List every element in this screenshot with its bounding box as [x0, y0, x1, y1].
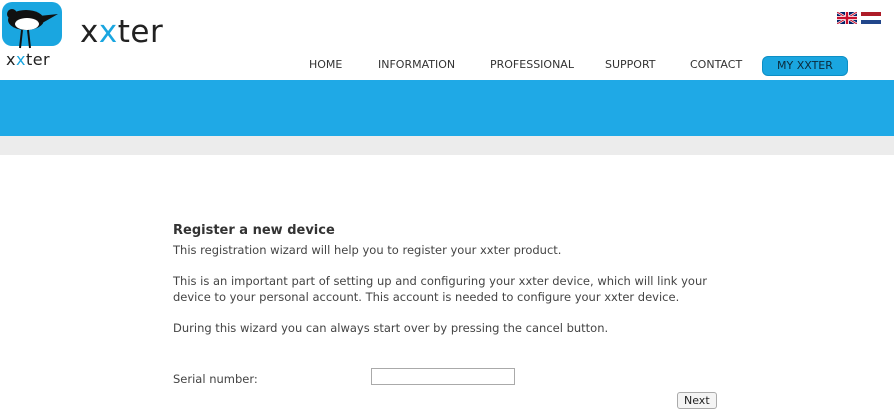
description-text: This is an important part of setting up … — [173, 274, 707, 304]
serial-number-input[interactable] — [371, 368, 515, 385]
hero-banner — [0, 80, 894, 136]
page-title: Register a new device — [173, 223, 335, 238]
language-switcher — [837, 12, 881, 24]
next-button[interactable]: Next — [677, 392, 717, 409]
uk-flag-icon[interactable] — [837, 12, 857, 24]
nav-my-xxter[interactable]: MY XXTER — [762, 56, 848, 76]
main-navigation: HOME INFORMATION PROFESSIONAL SUPPORT CO… — [0, 56, 894, 76]
serial-number-row: Serial number: — [173, 368, 733, 392]
nav-support[interactable]: SUPPORT — [605, 56, 656, 74]
registration-content: Register a new device This registration … — [173, 223, 733, 351]
brand-wordmark: xxter — [80, 14, 163, 50]
subheader-bar — [0, 136, 894, 155]
serial-number-label: Serial number: — [173, 372, 258, 386]
brand-letter-x2: x — [98, 14, 118, 50]
cancel-hint-text: During this wizard you can always start … — [173, 321, 609, 335]
nav-home[interactable]: HOME — [309, 56, 342, 74]
nav-information[interactable]: INFORMATION — [378, 56, 455, 74]
nav-professional[interactable]: PROFESSIONAL — [490, 56, 574, 74]
netherlands-flag-icon[interactable] — [861, 12, 881, 24]
intro-text: This registration wizard will help you t… — [173, 243, 562, 257]
brand-letter-x1: x — [80, 14, 99, 50]
nav-contact[interactable]: CONTACT — [690, 56, 742, 74]
brand-word-rest: ter — [117, 14, 164, 50]
site-header: xxter xxter HOME INFORMATION PROFESSIONA… — [0, 0, 894, 80]
